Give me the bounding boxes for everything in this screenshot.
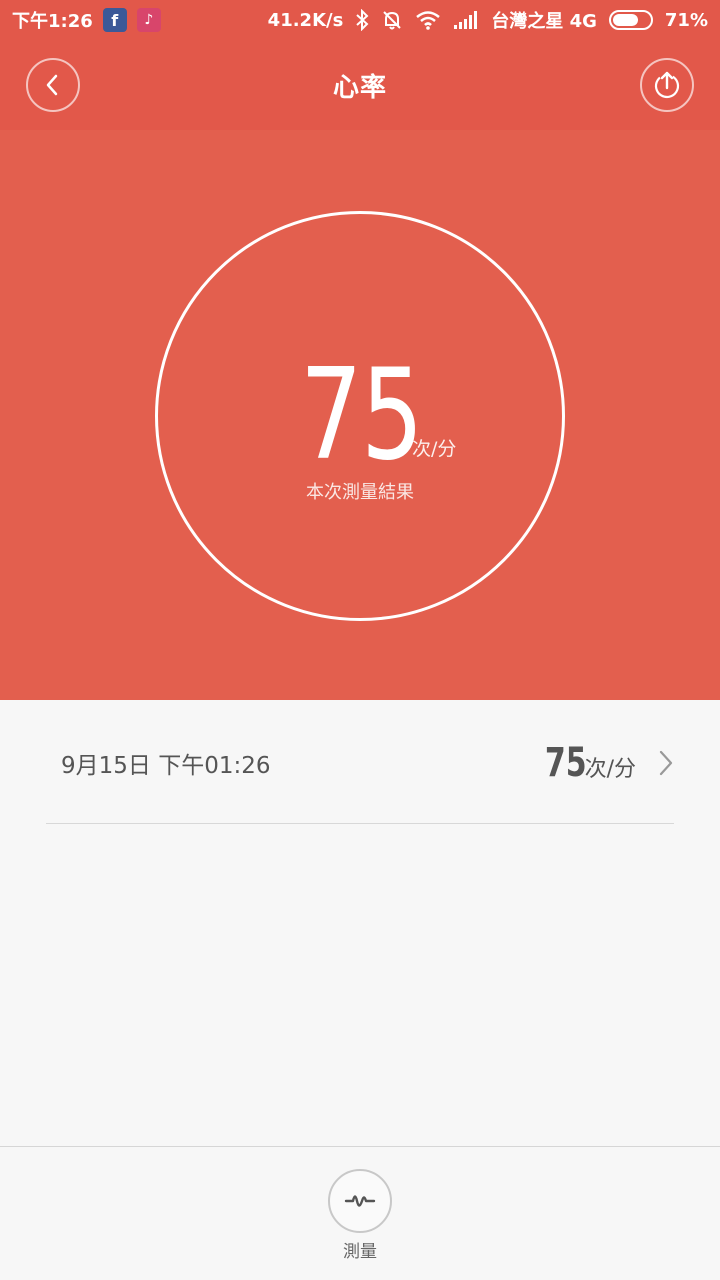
facebook-icon: f <box>102 8 127 32</box>
battery-percent: 71% <box>664 9 708 31</box>
wifi-icon <box>415 10 441 30</box>
record-datetime: 9月15日 下午01:26 <box>61 752 271 779</box>
signal-icon <box>453 10 479 30</box>
bottom-bar: 測量 <box>0 1146 720 1280</box>
measure-label: 測量 <box>343 1242 377 1262</box>
result-caption-text: 本次測量結果 <box>306 482 414 503</box>
result-caption: 本次測量結果 <box>0 478 720 504</box>
heart-rate-hero: 75 次/分 本次測量結果 <box>0 130 720 700</box>
upload-icon <box>654 71 680 99</box>
chevron-left-icon <box>46 74 58 96</box>
network-speed: 41.2K/s <box>267 9 344 31</box>
carrier-label: 台灣之星 4G <box>491 11 597 32</box>
list-item[interactable]: 9月15日 下午01:26 75 次/分 <box>46 702 674 824</box>
app-bar: 心率 <box>0 40 720 130</box>
pulse-wave-icon <box>344 1195 376 1207</box>
chevron-right-icon <box>658 749 674 777</box>
measure-button[interactable] <box>328 1169 392 1233</box>
record-unit: 次/分 <box>584 756 636 782</box>
heart-rate-unit: 次/分 <box>412 438 457 460</box>
back-button[interactable] <box>26 58 80 112</box>
share-button[interactable] <box>640 58 694 112</box>
battery-icon <box>608 10 653 30</box>
bell-off-icon <box>381 9 403 31</box>
status-bar: 下午1:26 f ♪ 41.2K/s 台灣之星 4G 71% <box>0 0 720 40</box>
tiktok-icon: ♪ <box>136 8 161 32</box>
status-time: 下午1:26 <box>12 11 93 32</box>
heart-rate-value: 75 <box>300 341 424 488</box>
record-value: 75 <box>544 739 587 786</box>
bluetooth-icon <box>355 9 369 31</box>
page-title: 心率 <box>332 72 387 103</box>
